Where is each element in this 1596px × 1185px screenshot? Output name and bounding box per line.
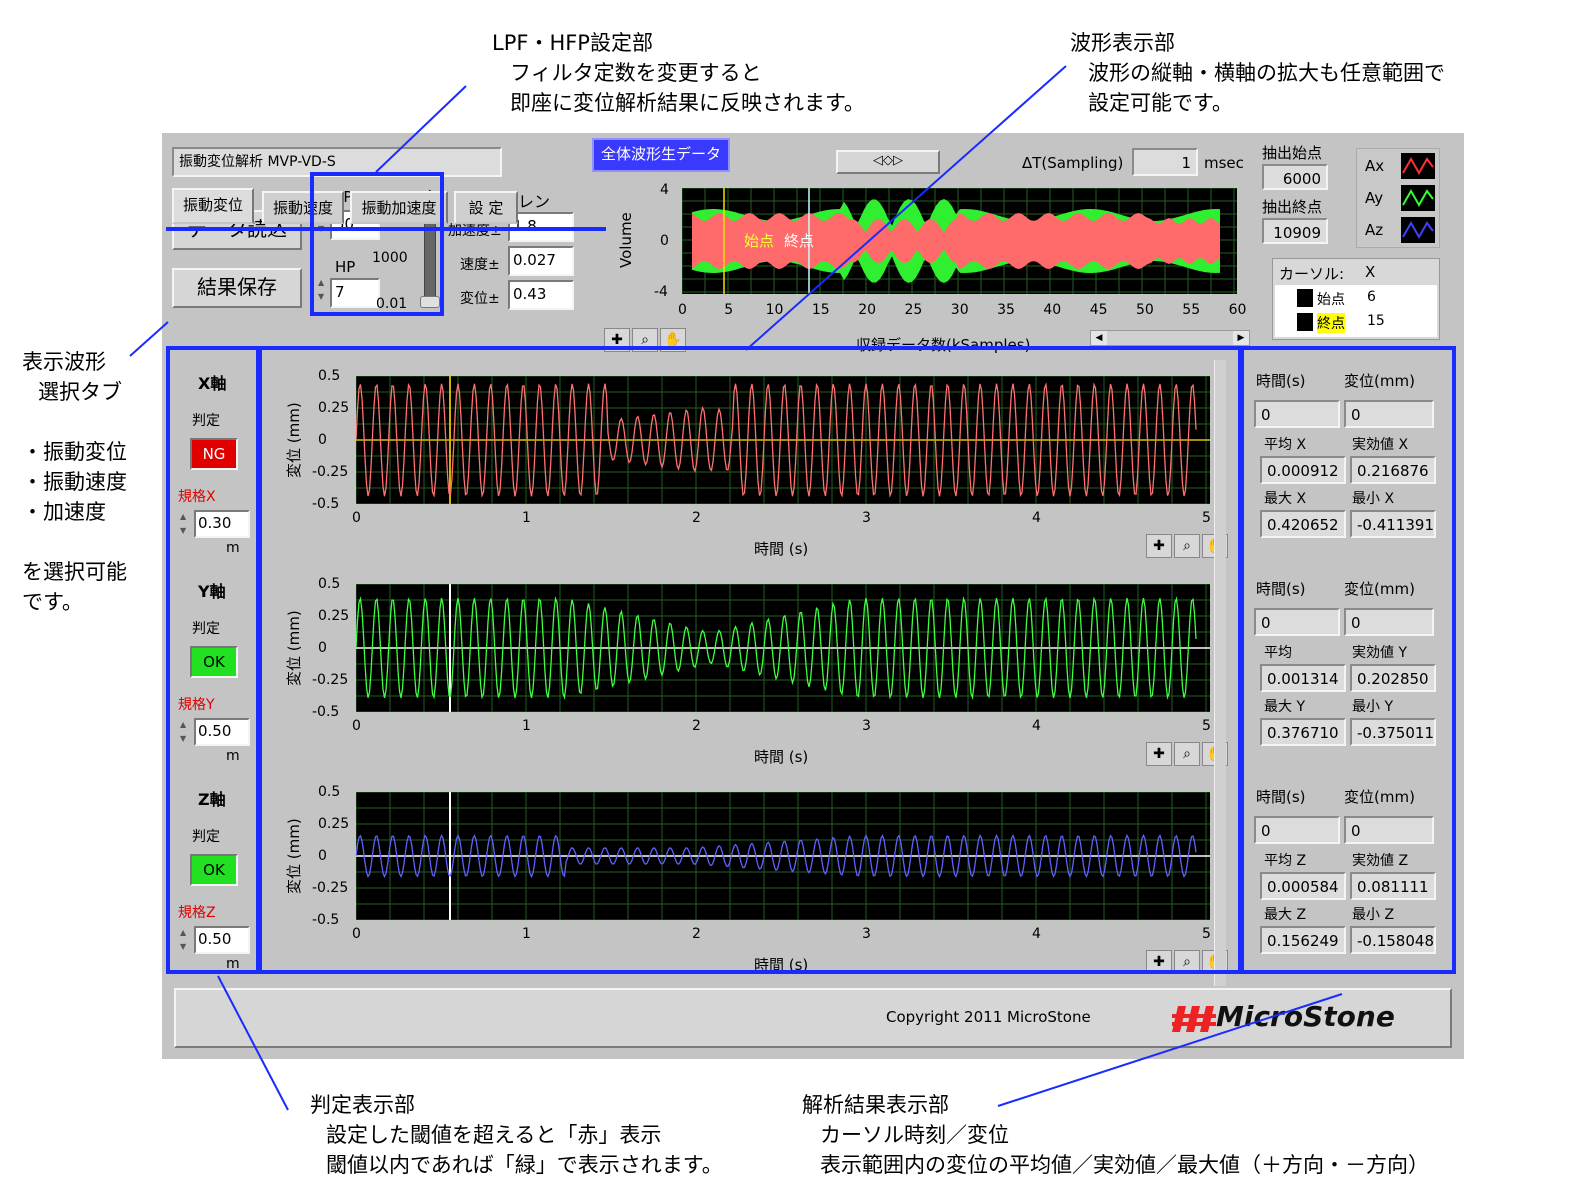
callout-lines <box>129 65 1343 1111</box>
